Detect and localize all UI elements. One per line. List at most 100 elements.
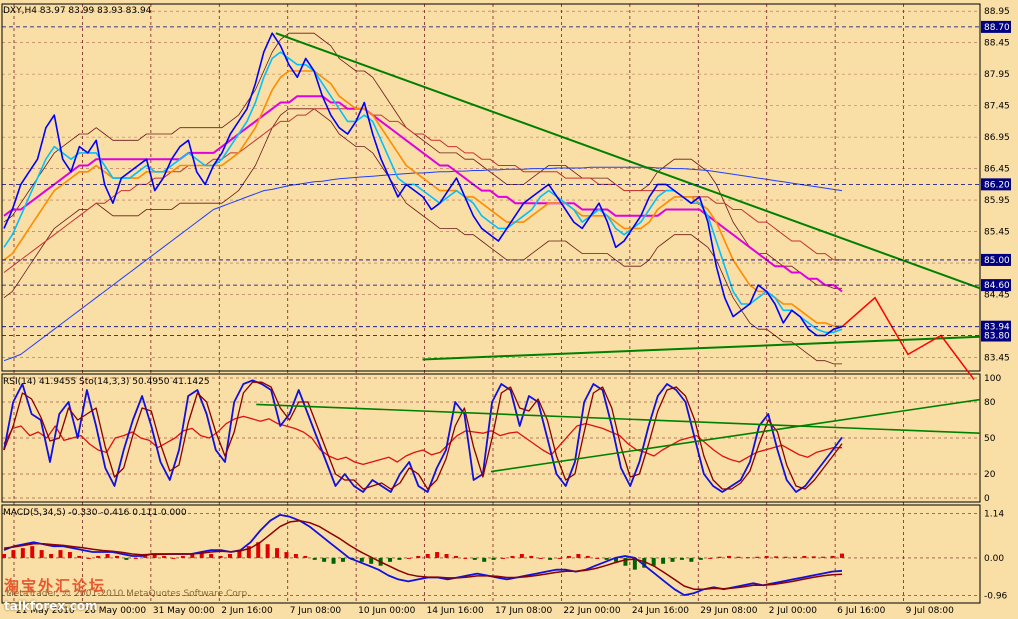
macd-histogram-bar [11, 550, 16, 558]
price-axis-tick: 88.95 [984, 7, 1010, 17]
macd-histogram-bar [397, 557, 402, 560]
macd-histogram-bar [783, 556, 788, 558]
macd-histogram-bar [548, 557, 553, 560]
macd-histogram-bar [58, 550, 63, 558]
macd-histogram-bar [764, 555, 769, 558]
level-label: 83.80 [984, 332, 1010, 342]
level-label: 86.20 [984, 180, 1010, 190]
macd-histogram-bar [745, 557, 750, 559]
macd-axis-tick: 1.14 [984, 509, 1004, 519]
macd-histogram-bar [566, 555, 571, 558]
rsi-axis-tick: 0 [984, 494, 990, 504]
watermark-site: talkforex.com [4, 599, 98, 613]
macd-histogram-bar [105, 554, 110, 558]
price-axis-tick: 88.45 [984, 39, 1010, 49]
rsi-axis-tick: 20 [984, 470, 996, 480]
macd-histogram-bar [840, 553, 844, 558]
price-axis-tick: 87.45 [984, 102, 1010, 112]
price-axis-tick: 84.45 [984, 291, 1010, 301]
level-label: 88.70 [984, 23, 1010, 33]
macd-histogram-bar [717, 556, 722, 558]
macd-axis-tick: 0.00 [984, 554, 1004, 564]
time-axis-tick: 2 Jul 00:00 [769, 606, 818, 616]
macd-histogram-bar [698, 557, 703, 560]
macd-histogram-bar [661, 557, 666, 564]
macd-histogram-bar [670, 557, 675, 562]
level-label: 85.00 [984, 256, 1010, 266]
time-axis-tick: 2 Jun 16:00 [221, 606, 273, 616]
macd-histogram-bar [86, 557, 91, 559]
macd-histogram-bar [39, 550, 44, 558]
macd-histogram-bar [585, 555, 590, 558]
macd-histogram-bar [180, 555, 185, 558]
macd-histogram-bar [755, 556, 760, 558]
symbol-title: DXY,H4 83.97 83.99 83.93 83.94 [3, 6, 152, 16]
macd-histogram-bar [482, 557, 487, 562]
time-axis-tick: 9 Jul 08:00 [906, 606, 955, 616]
macd-histogram-bar [491, 557, 496, 560]
macd-histogram-bar [406, 557, 411, 559]
macd-histogram-bar [67, 552, 72, 558]
macd-histogram-bar [510, 555, 515, 558]
macd-histogram-bar [340, 557, 345, 562]
time-axis-tick: 6 Jul 16:00 [837, 606, 886, 616]
macd-axis-tick: -0.96 [984, 591, 1008, 601]
watermark: 淘宝外汇论坛 talkforex.com [4, 575, 107, 613]
macd-histogram-bar [830, 555, 835, 558]
macd-histogram-bar [209, 554, 214, 558]
macd-histogram-bar [802, 555, 807, 558]
rsi-axis-tick: 80 [984, 398, 996, 408]
watermark-chinese: 淘宝外汇论坛 [4, 577, 107, 595]
macd-histogram-bar [171, 557, 176, 559]
price-axis-tick: 85.45 [984, 228, 1010, 238]
time-axis-tick: 29 Jun 08:00 [700, 606, 757, 616]
macd-histogram-bar [265, 544, 270, 558]
macd-histogram-bar [416, 555, 421, 558]
macd-histogram-bar [275, 548, 280, 558]
macd-histogram-bar [162, 555, 167, 558]
macd-histogram-bar [792, 556, 797, 558]
chart-background [0, 0, 1018, 619]
macd-histogram-bar [114, 555, 119, 558]
macd-histogram-bar [463, 557, 468, 559]
macd-histogram-bar [472, 557, 477, 560]
macd-histogram-bar [2, 554, 6, 558]
macd-histogram-bar [595, 557, 600, 559]
macd-histogram-bar [49, 554, 54, 558]
level-label: 84.60 [984, 281, 1010, 291]
macd-histogram-bar [689, 557, 694, 562]
macd-histogram-bar [538, 557, 543, 559]
time-axis-tick: 14 Jun 16:00 [427, 606, 484, 616]
macd-histogram-bar [284, 552, 289, 558]
rsi-axis-tick: 100 [984, 374, 1001, 384]
macd-histogram-bar [679, 557, 684, 560]
macd-histogram-bar [359, 557, 364, 562]
time-axis-tick: 31 May 00:00 [153, 606, 215, 616]
macd-histogram-bar [774, 556, 779, 558]
rsi-title: RSI(14) 41.9455 Sto(14,3,3) 50.4950 41.1… [3, 377, 210, 387]
macd-histogram-bar [312, 557, 317, 560]
macd-histogram-bar [435, 552, 440, 558]
price-axis-tick: 87.95 [984, 70, 1010, 80]
time-axis-tick: 7 Jun 08:00 [290, 606, 342, 616]
macd-histogram-bar [708, 557, 713, 559]
price-axis-tick: 86.45 [984, 165, 1010, 175]
macd-histogram-bar [557, 557, 562, 559]
macd-histogram-bar [133, 557, 138, 559]
macd-histogram-bar [218, 555, 223, 558]
price-axis-tick: 83.45 [984, 354, 1010, 364]
macd-histogram-bar [20, 548, 25, 558]
macd-histogram-bar [303, 555, 308, 558]
macd-histogram-bar [293, 554, 298, 558]
macd-histogram-bar [811, 556, 816, 558]
macd-histogram-bar [331, 557, 336, 564]
time-axis-tick: 22 Jun 00:00 [563, 606, 620, 616]
macd-histogram-bar [736, 556, 741, 558]
macd-histogram-bar [604, 557, 609, 560]
price-axis-tick: 86.95 [984, 133, 1010, 143]
time-axis-tick: 10 Jun 00:00 [358, 606, 415, 616]
price-chart: 88.95 88.45 87.95 87.45 86.95 86.45 85.95 85.45… [0, 0, 1018, 619]
macd-histogram-bar [124, 557, 129, 560]
macd-histogram-bar [727, 555, 732, 558]
macd-histogram-bar [444, 554, 449, 558]
